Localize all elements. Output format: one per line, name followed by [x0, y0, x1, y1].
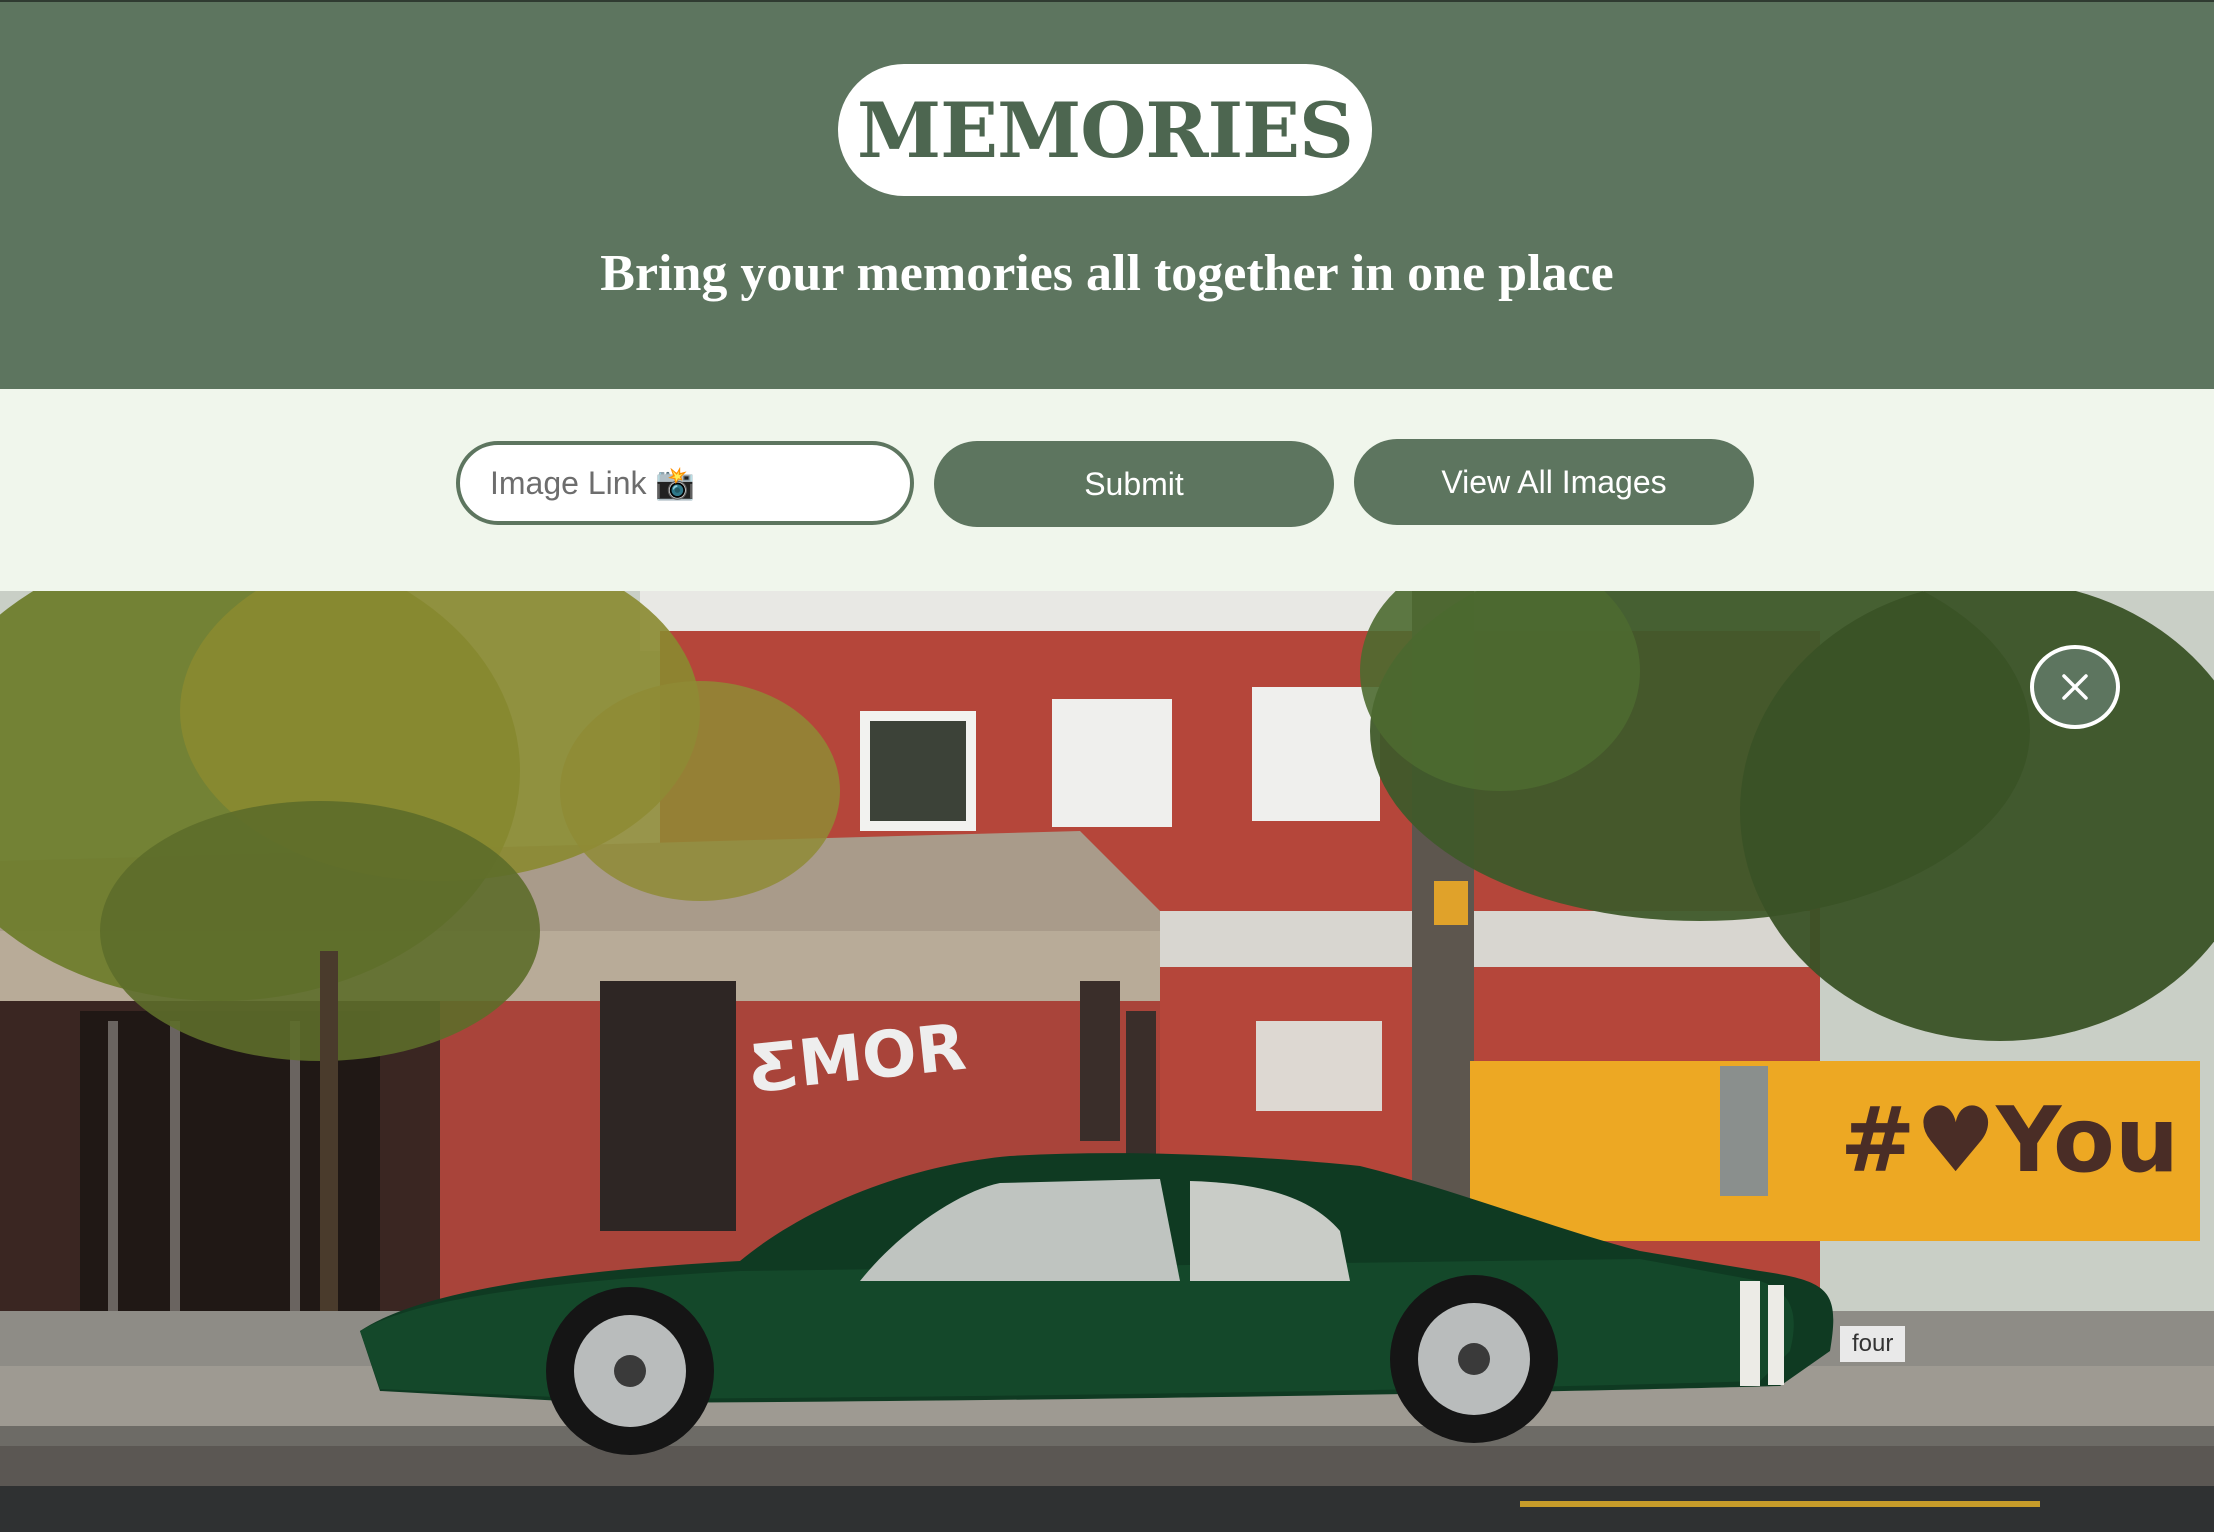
page-title: MEMORIES [857, 85, 1354, 175]
submit-button[interactable]: Submit [934, 441, 1334, 527]
car-street-photo: ƸMOR #♥You [0, 591, 2214, 1532]
title-pill: MEMORIES [838, 64, 1372, 196]
memory-photo: ƸMOR #♥You [0, 591, 2214, 1532]
image-link-input[interactable] [456, 441, 914, 525]
close-viewer-button[interactable] [2030, 645, 2120, 729]
header: MEMORIES Bring your memories all togethe… [0, 0, 2214, 389]
image-caption: four [1840, 1326, 1906, 1362]
page-subtitle: Bring your memories all together in one … [600, 245, 1614, 302]
view-all-images-button[interactable]: View All Images [1354, 439, 1754, 525]
close-icon [2062, 674, 2088, 700]
svg-text:#♥You: #♥You [1840, 1088, 2179, 1193]
